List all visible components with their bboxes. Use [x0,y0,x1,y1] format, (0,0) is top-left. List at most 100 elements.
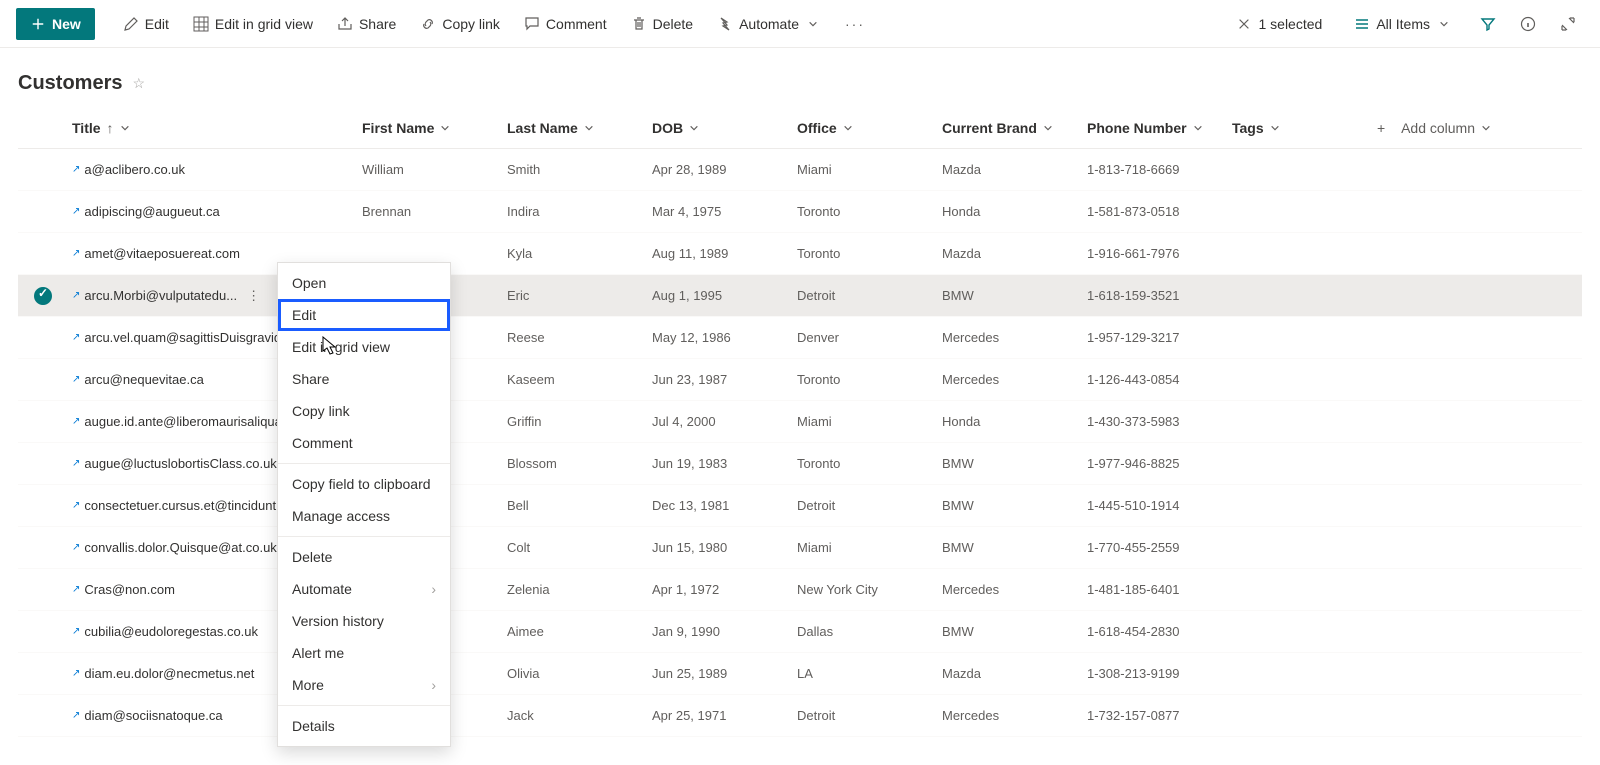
menu-edit-grid[interactable]: Edit in grid view [278,331,450,363]
column-header-row: Title↑ First Name Last Name DOB Office C… [18,107,1582,149]
chevron-down-icon [584,123,594,133]
menu-copy-field[interactable]: Copy field to clipboard [278,468,450,500]
col-dob-label: DOB [652,120,683,136]
row-more-icon[interactable]: ⋮ [241,288,266,304]
comment-icon [524,16,540,32]
filter-button[interactable] [1472,8,1504,40]
table-row[interactable]: ↗Cras@non.comZeleniaApr 1, 1972New York … [18,569,1582,611]
menu-copylink[interactable]: Copy link [278,395,450,427]
col-brand[interactable]: Current Brand [938,120,1083,136]
menu-automate[interactable]: Automate› [278,573,450,605]
trash-icon [631,16,647,32]
menu-version-history[interactable]: Version history [278,605,450,637]
item-link-icon: ↗ [72,164,80,175]
edit-button[interactable]: Edit [111,10,181,38]
cell-phone: 1-618-454-2830 [1083,624,1228,639]
col-dob[interactable]: DOB [648,120,793,136]
cell-first-name: Brennan [358,204,503,219]
cell-office: Miami [793,162,938,177]
item-link-icon: ↗ [72,206,80,217]
menu-edit-label: Edit [292,307,316,323]
menu-delete-label: Delete [292,549,332,565]
menu-share[interactable]: Share [278,363,450,395]
more-button[interactable]: ··· [833,10,877,38]
delete-button[interactable]: Delete [619,10,705,38]
cell-title[interactable]: ↗a@aclibero.co.uk [68,162,358,177]
cell-brand: Mazda [938,162,1083,177]
automate-button[interactable]: Automate [705,10,833,38]
new-button[interactable]: New [16,8,95,40]
cell-phone: 1-126-443-0854 [1083,372,1228,387]
col-title[interactable]: Title↑ [68,120,358,136]
comment-button[interactable]: Comment [512,10,619,38]
cell-title[interactable]: ↗adipiscing@augueut.ca [68,204,358,219]
table-row[interactable]: ↗a@aclibero.co.ukWilliamSmithApr 28, 198… [18,149,1582,191]
copylink-button[interactable]: Copy link [408,10,512,38]
cell-last-name: Bell [503,498,648,513]
add-column-button[interactable]: + Add column [1373,120,1582,136]
share-button[interactable]: Share [325,10,408,38]
menu-delete[interactable]: Delete [278,541,450,573]
col-brand-label: Current Brand [942,120,1037,136]
cell-phone: 1-813-718-6669 [1083,162,1228,177]
edit-grid-button[interactable]: Edit in grid view [181,10,325,38]
cell-last-name: Griffin [503,414,648,429]
table-row[interactable]: ↗arcu.vel.quam@sagittisDuisgravidReeseMa… [18,317,1582,359]
cell-phone: 1-770-455-2559 [1083,540,1228,555]
cell-title[interactable]: ↗amet@vitaeposuereat.com [68,246,358,261]
cell-office: Toronto [793,456,938,471]
table-row[interactable]: ↗arcu@nequevitae.caKaseemJun 23, 1987Tor… [18,359,1582,401]
table-row[interactable]: ↗adipiscing@augueut.caBrennanIndiraMar 4… [18,191,1582,233]
cell-last-name: Aimee [503,624,648,639]
plus-icon: + [1377,120,1385,136]
comment-label: Comment [546,16,607,32]
table-row[interactable]: ↗consectetuer.cursus.et@tinciduntlBellDe… [18,485,1582,527]
menu-more[interactable]: More› [278,669,450,701]
cell-last-name: Zelenia [503,582,648,597]
menu-comment[interactable]: Comment [278,427,450,459]
delete-label: Delete [653,16,693,32]
menu-version-label: Version history [292,613,384,629]
item-link-icon: ↗ [72,374,80,385]
sort-asc-icon: ↑ [107,120,114,136]
expand-button[interactable] [1552,8,1584,40]
table-row[interactable]: ↗diam.eu.dolor@necmetus.netOliviaJun 25,… [18,653,1582,695]
menu-alert-me[interactable]: Alert me [278,637,450,669]
table-row[interactable]: ↗augue.id.ante@liberomaurisaliquaGriffin… [18,401,1582,443]
col-first-name[interactable]: First Name [358,120,503,136]
menu-open[interactable]: Open [278,267,450,299]
col-office[interactable]: Office [793,120,938,136]
col-phone[interactable]: Phone Number [1083,120,1228,136]
view-switcher[interactable]: All Items [1342,10,1464,38]
menu-edit[interactable]: Edit [278,299,450,331]
menu-details[interactable]: Details [278,710,450,742]
row-selected-icon[interactable] [34,287,52,305]
table-row[interactable]: ↗amet@vitaeposuereat.comKylaAug 11, 1989… [18,233,1582,275]
automate-icon [717,16,733,32]
cell-last-name: Smith [503,162,648,177]
table-row[interactable]: ↗augue@luctuslobortisClass.co.ukBlossomJ… [18,443,1582,485]
edit-label: Edit [145,16,169,32]
view-label: All Items [1376,16,1430,32]
menu-manage-access[interactable]: Manage access [278,500,450,532]
col-last-name[interactable]: Last Name [503,120,648,136]
menu-separator [278,536,450,537]
cell-dob: Dec 13, 1981 [648,498,793,513]
table-row[interactable]: ↗convallis.dolor.Quisque@at.co.ukColtJun… [18,527,1582,569]
chevron-down-icon [843,123,853,133]
chevron-down-icon [1270,123,1280,133]
cell-phone: 1-957-129-3217 [1083,330,1228,345]
favorite-star-icon[interactable]: ☆ [132,75,145,92]
table-row[interactable]: ↗cubilia@eudoloregestas.co.ukAimeeJan 9,… [18,611,1582,653]
menu-comment-label: Comment [292,435,353,451]
col-tags-label: Tags [1232,120,1264,136]
page-title: Customers [18,72,122,95]
clear-selection-button[interactable]: 1 selected [1224,10,1334,38]
col-tags[interactable]: Tags [1228,120,1373,136]
table-row[interactable]: ↗arcu.Morbi@vulputatedu...⋮EricAug 1, 19… [18,275,1582,317]
table-row[interactable]: ↗diam@sociisnatoque.caJackApr 25, 1971De… [18,695,1582,737]
info-button[interactable] [1512,8,1544,40]
chevron-down-icon [805,16,821,32]
cell-office: LA [793,666,938,681]
cell-brand: BMW [938,498,1083,513]
